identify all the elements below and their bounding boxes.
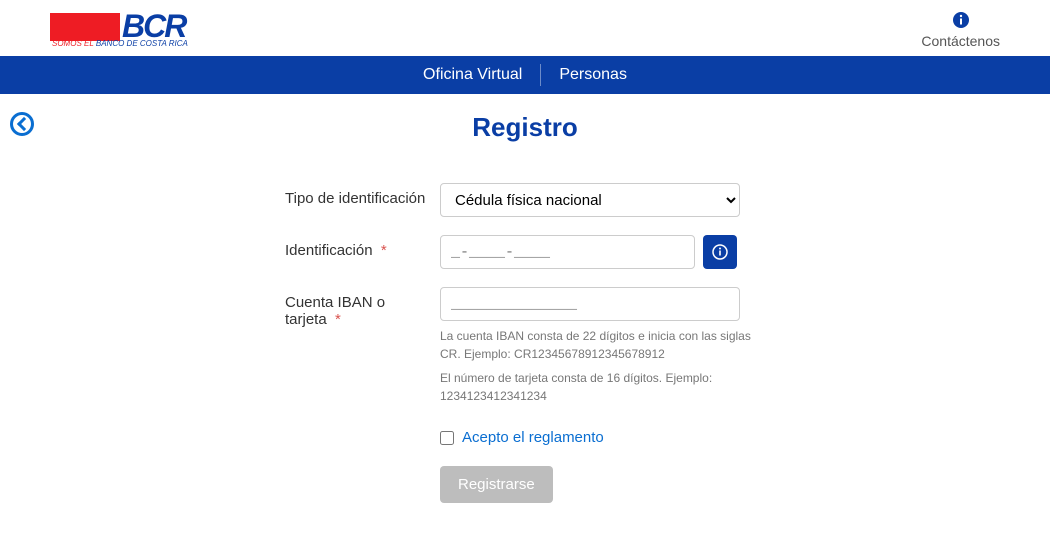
contact-link[interactable]: Contáctenos [921,12,1000,49]
nav-oficina-virtual[interactable]: Oficina Virtual [405,66,540,84]
tipo-identificacion-select[interactable]: Cédula física nacional [440,183,740,217]
register-button[interactable]: Registrarse [440,466,553,503]
iban-input[interactable] [440,287,740,321]
accept-label[interactable]: Acepto el reglamento [462,429,604,446]
helper-iban: La cuenta IBAN consta de 22 dígitos e in… [440,327,760,363]
info-icon [921,12,1000,33]
logo-text: BCR [122,12,185,41]
info-circle-icon [712,244,728,260]
helper-text: La cuenta IBAN consta de 22 dígitos e in… [440,327,760,405]
row-identificacion: Identificación * [145,235,905,269]
nav-personas[interactable]: Personas [541,66,645,84]
navbar: Oficina Virtual Personas [0,56,1050,94]
identificacion-info-button[interactable] [703,235,737,269]
identificacion-input[interactable] [440,235,695,269]
back-button[interactable] [10,112,34,136]
logo-red-block [50,13,120,41]
contact-label: Contáctenos [921,33,1000,49]
row-tipo-identificacion: Tipo de identificación Cédula física nac… [145,183,905,217]
logo[interactable]: BCR SOMOS EL BANCO DE COSTA RICA [50,12,188,48]
page-body: Registro Tipo de identificación Cédula f… [0,94,1050,533]
accept-checkbox[interactable] [440,431,454,445]
registration-form: Tipo de identificación Cédula física nac… [145,183,905,503]
row-accept: Acepto el reglamento [440,429,905,446]
header: BCR SOMOS EL BANCO DE COSTA RICA Contáct… [0,0,1050,52]
logo-tagline: SOMOS EL BANCO DE COSTA RICA [52,39,188,48]
label-iban: Cuenta IBAN o tarjeta * [145,287,440,328]
label-tipo-identificacion: Tipo de identificación [145,183,440,207]
page-title: Registro [10,112,1040,143]
label-identificacion: Identificación * [145,235,440,259]
row-iban: Cuenta IBAN o tarjeta * La cuenta IBAN c… [145,287,905,411]
helper-card: El número de tarjeta consta de 16 dígito… [440,369,760,405]
